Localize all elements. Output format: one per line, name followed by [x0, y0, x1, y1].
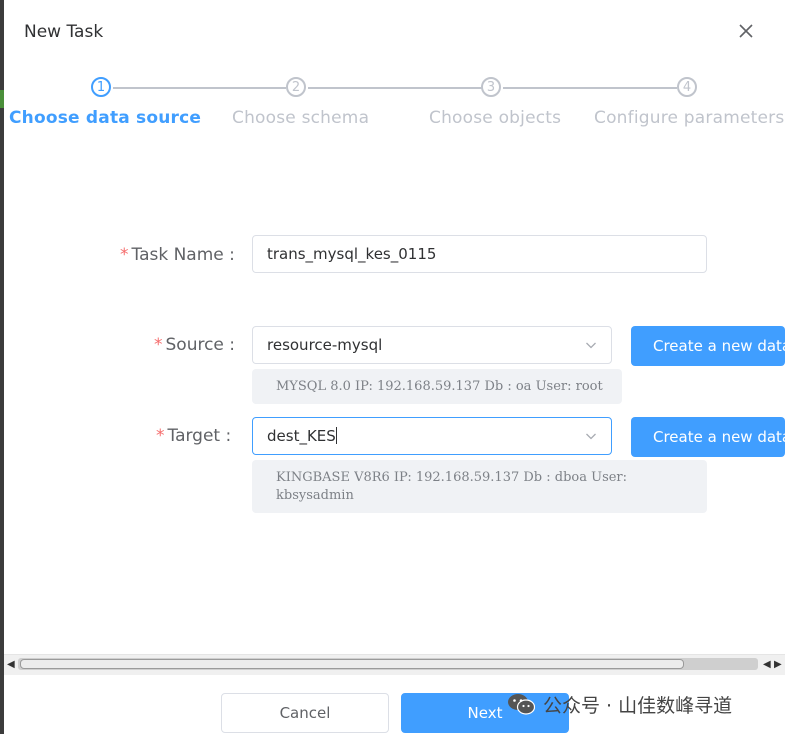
step-connector	[503, 87, 677, 89]
task-name-value: trans_mysql_kes_0115	[267, 245, 437, 263]
watermark: 公众号 · 山佳数峰寻道	[507, 690, 732, 718]
chevron-down-icon	[586, 342, 596, 349]
step-connector	[113, 87, 286, 89]
watermark-text: 公众号 · 山佳数峰寻道	[543, 694, 733, 717]
step-1-label: Choose data source	[9, 108, 202, 128]
create-target-button[interactable]: Create a new data source	[631, 417, 785, 457]
close-icon[interactable]	[737, 22, 755, 40]
step-3-label: Choose objects	[429, 108, 562, 128]
step-2-label: Choose schema	[232, 108, 370, 128]
target-info: KINGBASE V8R6 IP: 192.168.59.137 Db : db…	[252, 460, 707, 513]
horizontal-scrollbar[interactable]: ◀ ◀ ▶	[4, 654, 785, 675]
step-3-circle: 3	[481, 77, 501, 97]
chevron-down-icon	[586, 433, 596, 440]
cancel-button[interactable]: Cancel	[221, 693, 389, 733]
step-1-circle: 1	[91, 77, 111, 97]
step-connector	[308, 87, 483, 89]
target-value: dest_KES	[267, 427, 336, 445]
scrollbar-thumb[interactable]	[20, 659, 684, 669]
text-cursor	[335, 427, 337, 444]
target-label: * Target :	[156, 426, 231, 446]
scroll-right-icon[interactable]: ▶	[774, 659, 782, 670]
scroll-left-icon[interactable]: ◀	[7, 659, 15, 670]
task-name-label-text: Task Name :	[131, 245, 235, 265]
required-mark: *	[156, 426, 165, 446]
dialog-title: New Task	[24, 22, 104, 42]
task-name-input[interactable]: trans_mysql_kes_0115	[252, 235, 707, 273]
step-4-label: Configure parameters	[594, 108, 785, 128]
target-select[interactable]: dest_KES	[252, 417, 612, 455]
task-name-label: * Task Name :	[120, 245, 235, 265]
required-mark: *	[154, 335, 163, 355]
scroll-left-icon[interactable]: ◀	[763, 659, 771, 670]
source-info: MYSQL 8.0 IP: 192.168.59.137 Db : oa Use…	[252, 369, 622, 404]
new-task-dialog: New Task 1 2 3 4 Choose data source Choo…	[4, 0, 785, 734]
step-indicator: 1 2 3 4 Choose data source Choose schema…	[4, 74, 785, 134]
source-label: * Source :	[154, 335, 235, 355]
wechat-icon	[508, 694, 535, 715]
source-select[interactable]: resource-mysql	[252, 326, 612, 364]
create-source-button[interactable]: Create a new data source	[631, 326, 785, 366]
step-4-circle: 4	[677, 77, 697, 97]
step-2-circle: 2	[286, 77, 306, 97]
source-value: resource-mysql	[267, 336, 383, 354]
target-label-text: Target :	[167, 426, 232, 446]
source-label-text: Source :	[165, 335, 236, 355]
required-mark: *	[120, 245, 129, 265]
